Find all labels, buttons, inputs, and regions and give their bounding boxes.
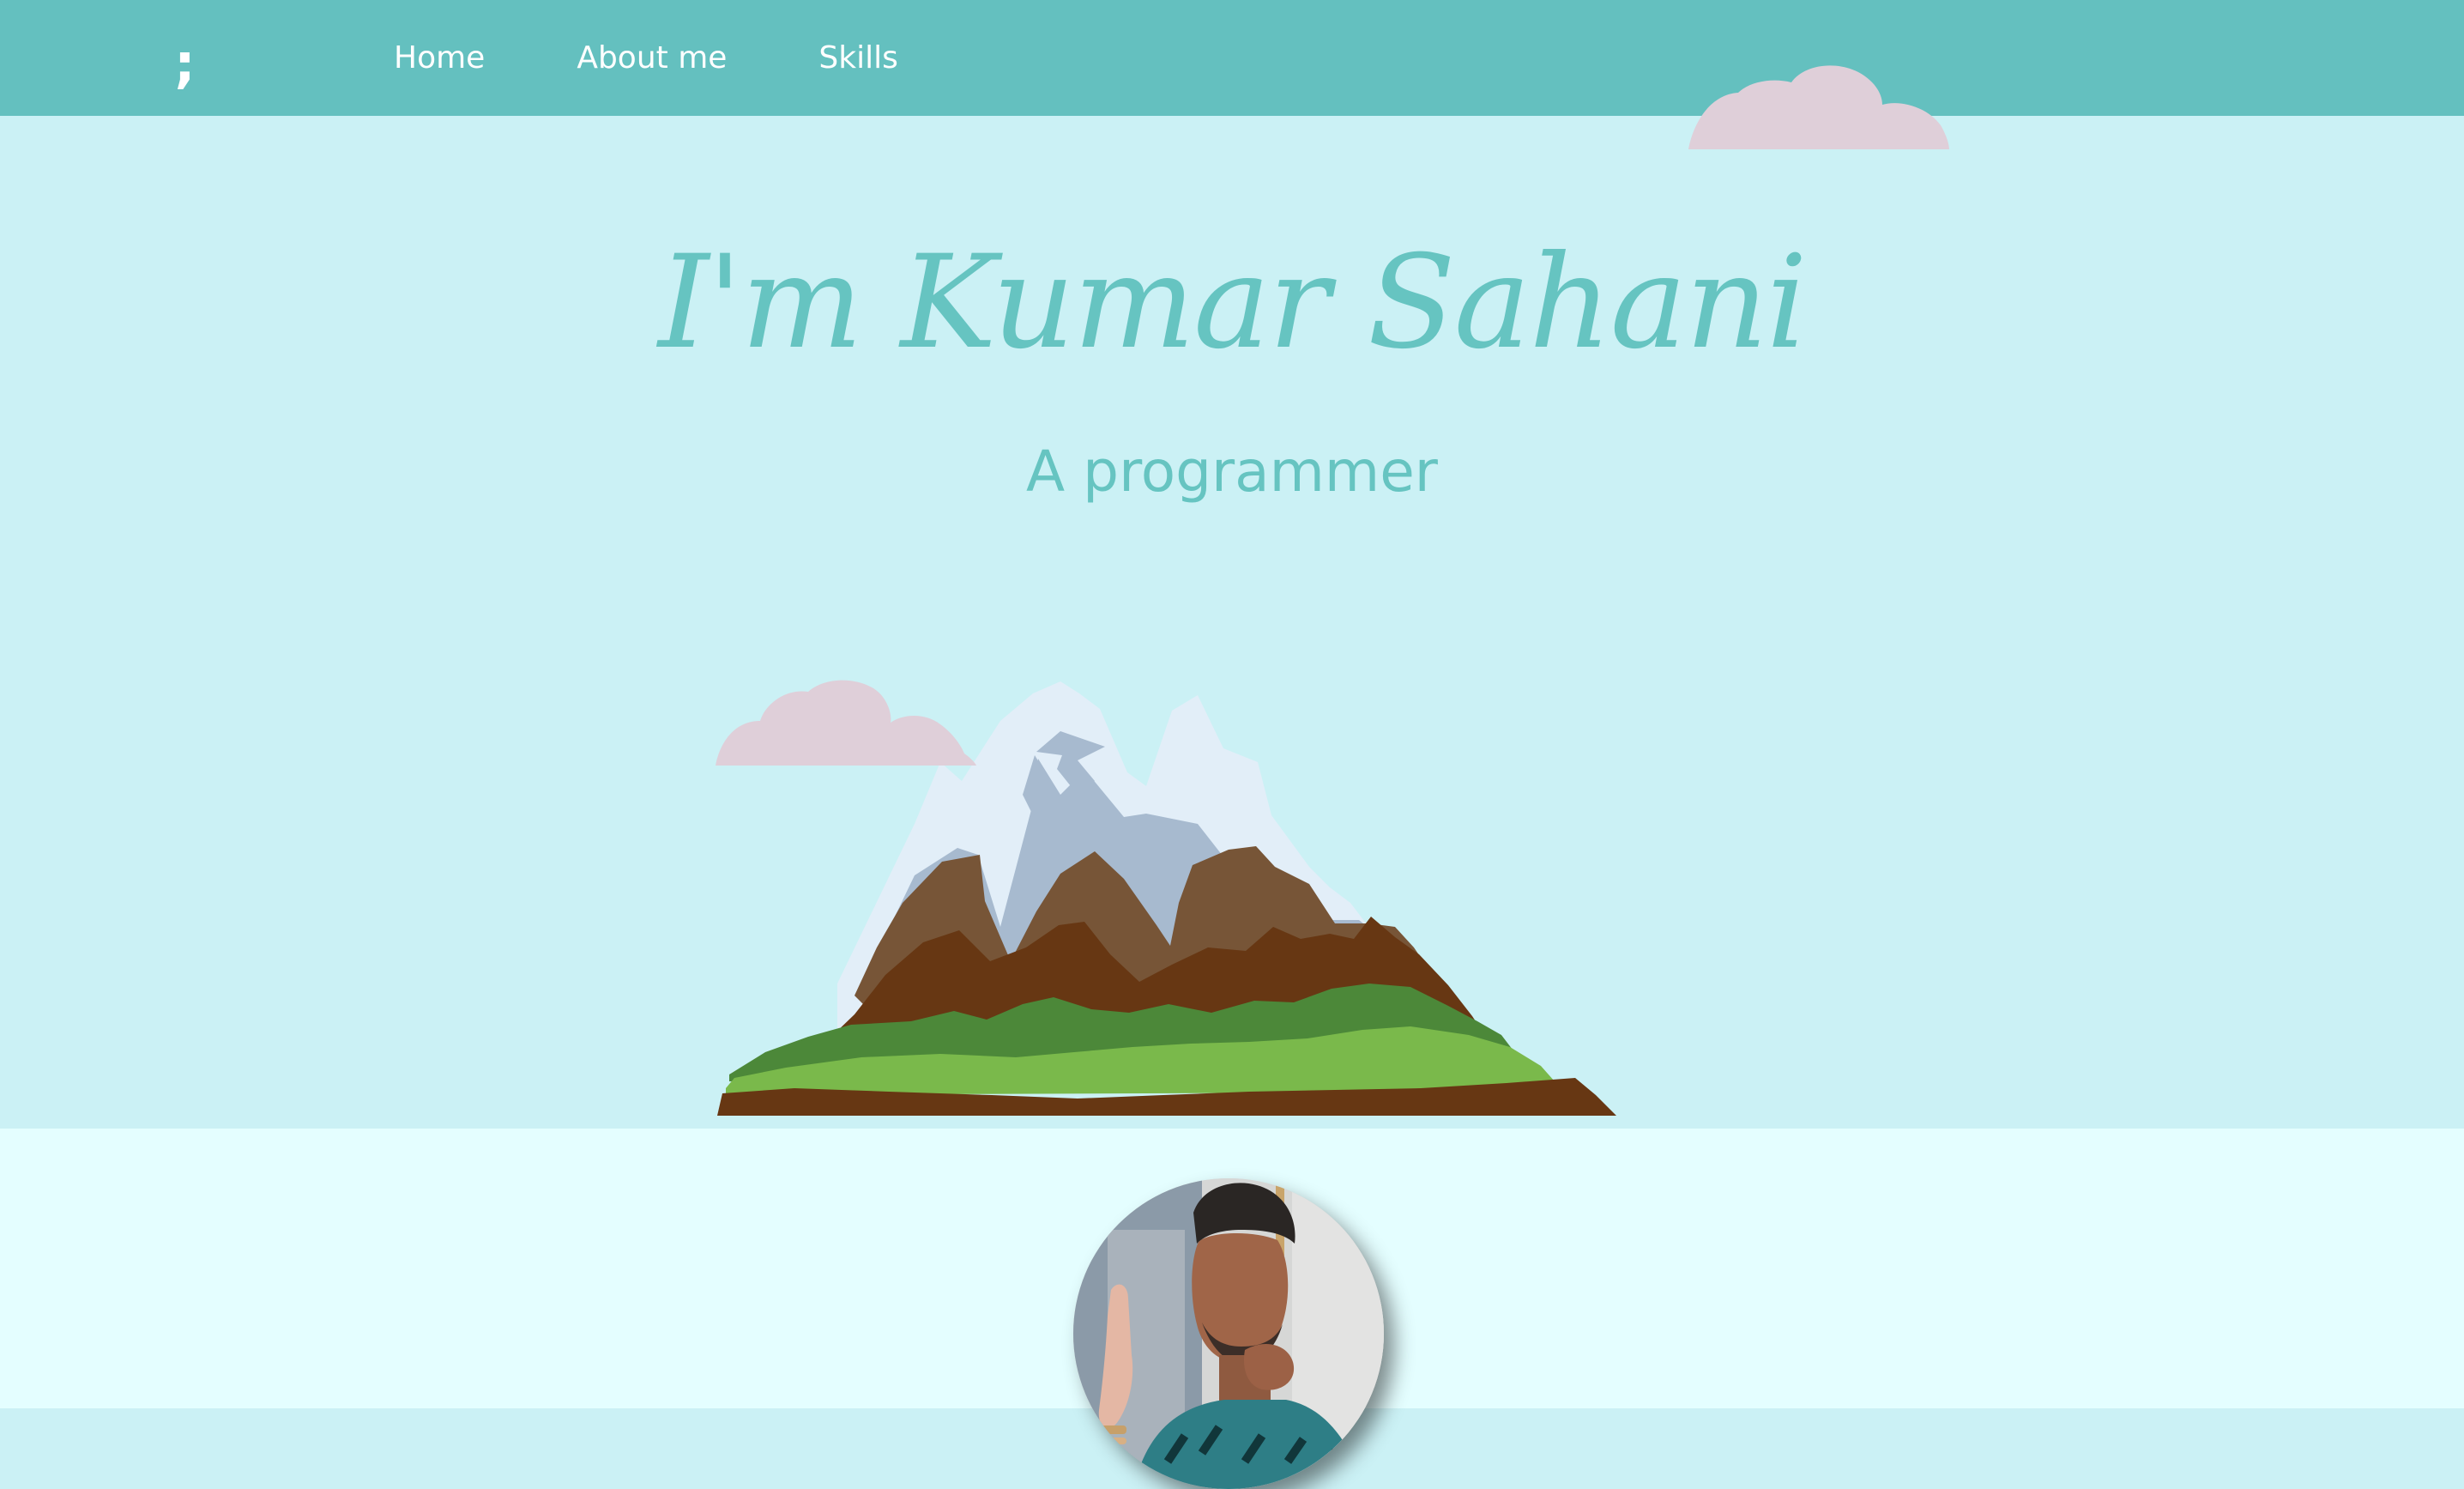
hero-title: I'm Kumar Sahani	[658, 228, 1808, 378]
nav-link-skills[interactable]: Skills	[818, 40, 897, 76]
avatar	[1073, 1178, 1384, 1489]
nav-links: Home About me Skills	[394, 0, 990, 116]
cloud-icon	[1688, 65, 1949, 149]
profile-photo-image	[1073, 1178, 1384, 1489]
nav-link-about-me[interactable]: About me	[577, 40, 727, 76]
navbar: ; Home About me Skills	[0, 0, 2464, 116]
nav-link-home[interactable]: Home	[394, 40, 485, 76]
hero-subtitle: A programmer	[1026, 439, 1438, 505]
site-logo[interactable]: ;	[174, 22, 196, 105]
cloud-icon	[716, 680, 976, 766]
